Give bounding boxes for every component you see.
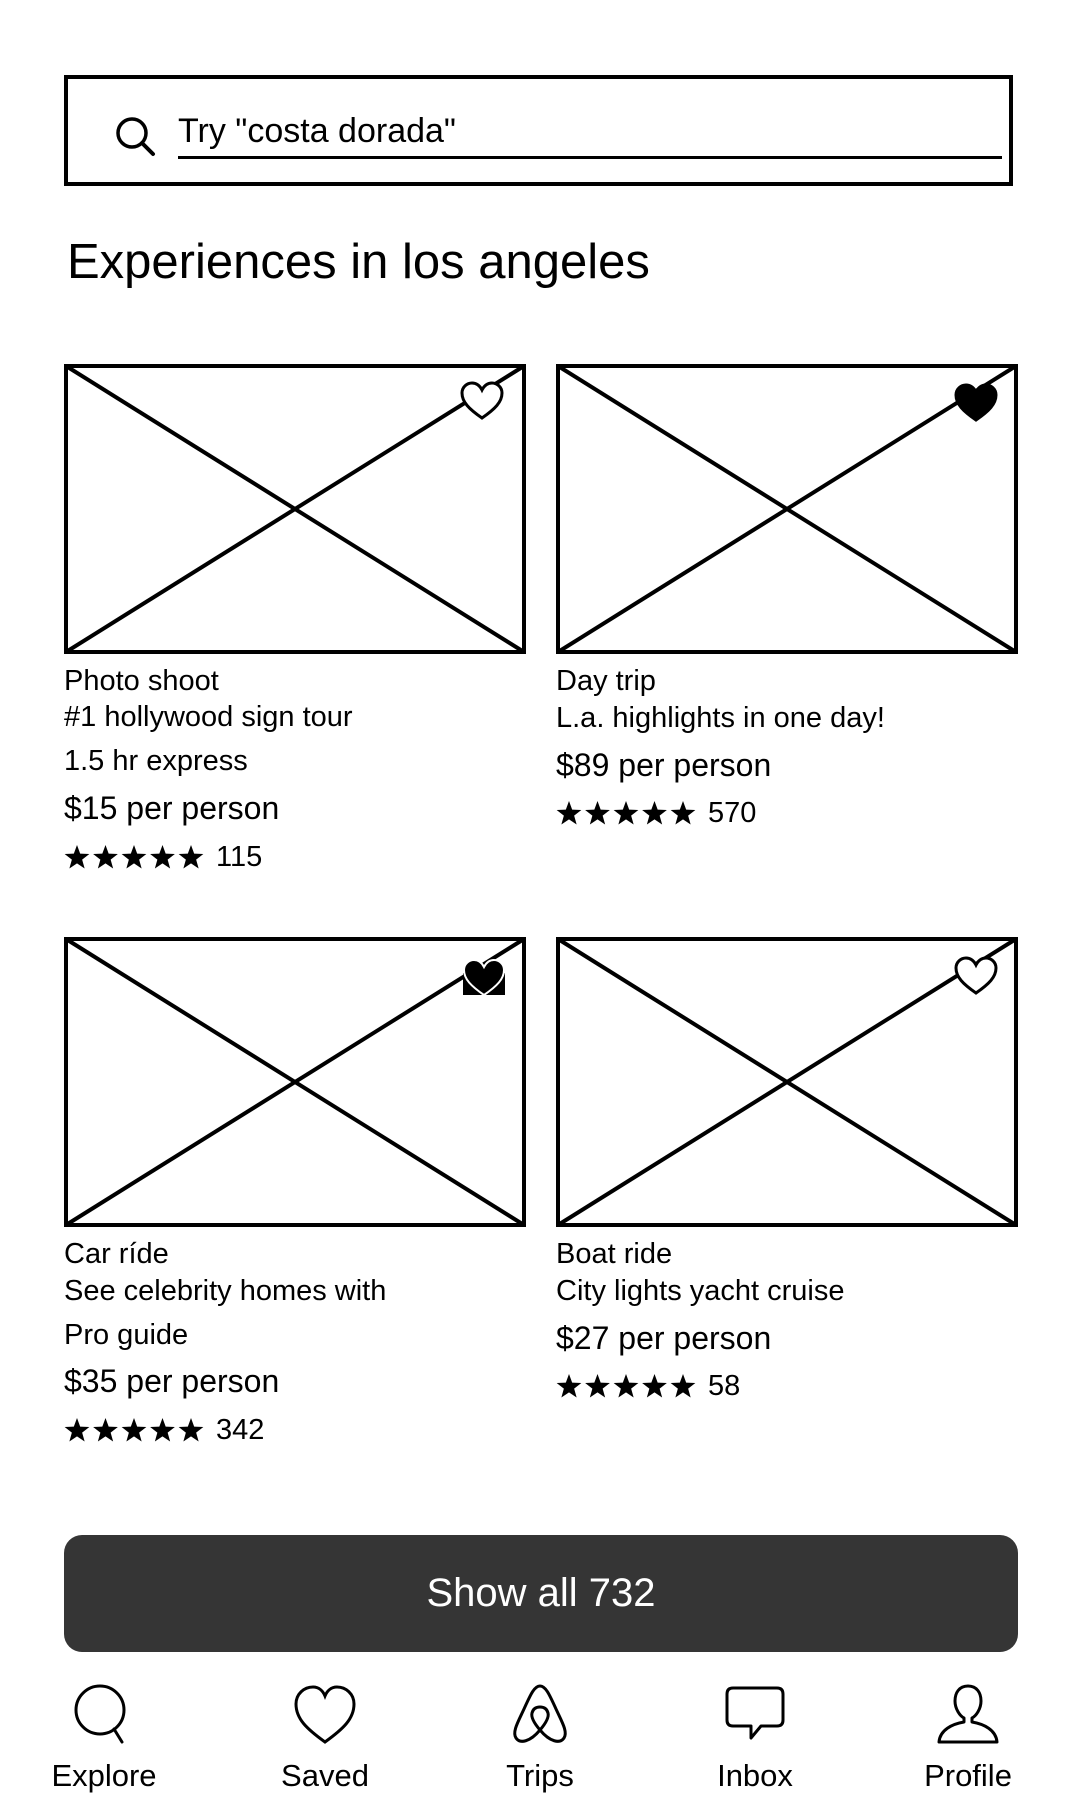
image-placeholder xyxy=(556,937,1018,1227)
star-icon xyxy=(642,801,667,825)
five-stars-icon xyxy=(64,845,204,869)
image-placeholder xyxy=(64,937,526,1227)
card-title: L.a. highlights in one day! xyxy=(556,702,885,734)
chat-bubble-icon xyxy=(725,1686,785,1740)
star-icon xyxy=(93,1418,118,1442)
star-icon xyxy=(670,1374,696,1398)
show-all-button[interactable]: Show all 732 xyxy=(64,1535,1018,1652)
nav-label: Profile xyxy=(924,1758,1012,1793)
rating: 58 xyxy=(556,1369,740,1403)
star-icon xyxy=(613,801,639,825)
heart-filled-icon[interactable] xyxy=(953,382,999,424)
heart-filled-icon[interactable] xyxy=(461,957,507,999)
nav-explore[interactable]: Explore xyxy=(29,1678,179,1800)
star-icon xyxy=(150,845,175,869)
card-price: $35 per person xyxy=(64,1363,280,1399)
star-icon xyxy=(150,1418,175,1442)
five-stars-icon xyxy=(556,1374,696,1398)
card-title: 1.5 hr express xyxy=(64,745,248,777)
person-icon xyxy=(937,1684,999,1744)
card-price: $15 per person xyxy=(64,790,280,826)
star-icon xyxy=(121,1418,147,1442)
card-category: Car ríde xyxy=(64,1238,169,1270)
rating: 342 xyxy=(64,1413,264,1447)
search-icon xyxy=(116,117,155,156)
review-count: 342 xyxy=(216,1414,265,1446)
star-icon xyxy=(121,845,147,869)
card-title: Pro guide xyxy=(64,1319,189,1351)
card-category: Photo shoot xyxy=(64,665,219,697)
review-count: 570 xyxy=(708,797,757,829)
nav-label: Inbox xyxy=(717,1758,793,1793)
search-input[interactable] xyxy=(178,107,1002,159)
star-icon xyxy=(642,1374,667,1398)
page-title: Experiences in los angeles xyxy=(67,235,650,289)
nav-label: Trips xyxy=(506,1758,574,1793)
nav-profile[interactable]: Profile xyxy=(893,1678,1043,1800)
card-category: Day trip xyxy=(556,665,656,697)
image-placeholder xyxy=(64,364,526,654)
star-icon xyxy=(556,801,582,825)
image-placeholder xyxy=(556,364,1018,654)
heart-outline-icon[interactable] xyxy=(459,380,505,422)
card-title: City lights yacht cruise xyxy=(556,1275,845,1307)
nav-label: Explore xyxy=(51,1758,157,1793)
heart-outline-icon[interactable] xyxy=(953,955,999,997)
search-bar[interactable] xyxy=(64,75,1013,186)
star-icon xyxy=(93,845,118,869)
five-stars-icon xyxy=(64,1418,204,1442)
search-icon xyxy=(74,1684,126,1744)
five-stars-icon xyxy=(556,801,696,825)
review-count: 115 xyxy=(216,841,263,873)
nav-saved[interactable]: Saved xyxy=(250,1678,400,1800)
star-icon xyxy=(556,1374,582,1398)
rating: 570 xyxy=(556,796,756,830)
star-icon xyxy=(585,801,610,825)
star-icon xyxy=(670,801,696,825)
rating: 115 xyxy=(64,840,262,874)
star-icon xyxy=(178,845,204,869)
star-icon xyxy=(585,1374,610,1398)
review-count: 58 xyxy=(708,1370,741,1402)
card-price: $27 per person xyxy=(556,1320,772,1356)
star-icon xyxy=(64,845,90,869)
star-icon xyxy=(64,1418,90,1442)
star-icon xyxy=(178,1418,204,1442)
card-price: $89 per person xyxy=(556,747,772,783)
star-icon xyxy=(613,1374,639,1398)
nav-label: Saved xyxy=(281,1758,369,1793)
heart-icon xyxy=(294,1685,356,1744)
trips-logo-icon xyxy=(513,1684,567,1743)
card-title: #1 hollywood sign tour xyxy=(64,701,353,733)
card-title: See celebrity homes with xyxy=(64,1275,387,1307)
card-category: Boat ride xyxy=(556,1238,673,1270)
nav-inbox[interactable]: Inbox xyxy=(680,1678,830,1800)
nav-trips[interactable]: Trips xyxy=(465,1678,615,1800)
